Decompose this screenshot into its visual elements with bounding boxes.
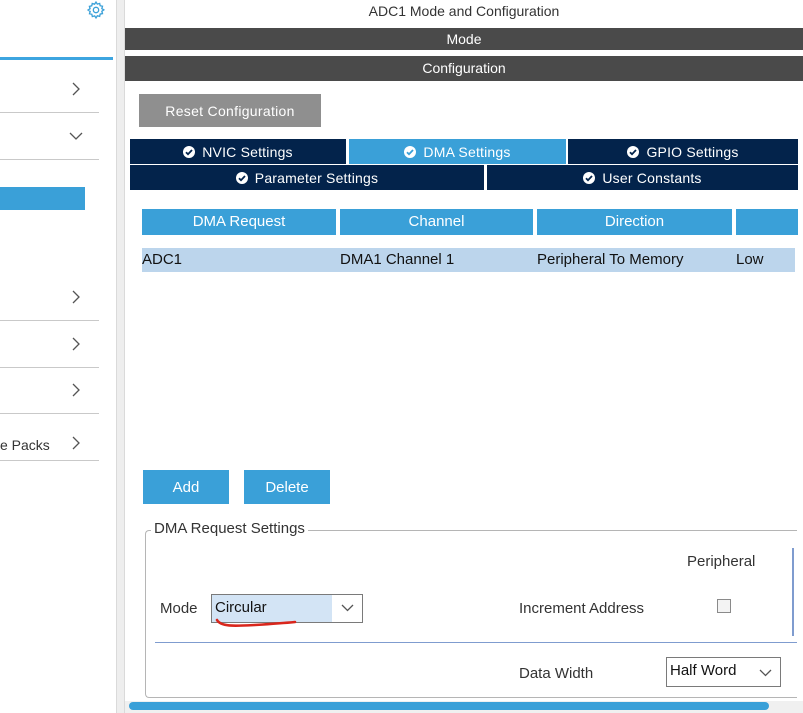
mode-section-header[interactable]: Mode <box>125 28 803 50</box>
tab-user-constants[interactable]: User Constants <box>487 165 798 190</box>
table-cell-priority: Low <box>736 251 764 268</box>
chevron-right-icon <box>72 383 80 397</box>
chevron-right-icon <box>72 290 80 304</box>
chevron-right-icon <box>72 82 80 96</box>
chevron-right-icon <box>72 436 80 450</box>
data-width-select-value: Half Word <box>670 662 737 679</box>
check-circle-icon <box>404 145 417 158</box>
sidebar-selected-item[interactable] <box>0 187 85 210</box>
delete-button[interactable]: Delete <box>244 470 330 504</box>
check-circle-icon <box>183 145 196 158</box>
sidebar-item-3[interactable] <box>0 274 99 321</box>
reset-configuration-button[interactable]: Reset Configuration <box>139 94 321 127</box>
tab-label: Parameter Settings <box>254 169 379 186</box>
sidebar-item-2[interactable] <box>0 113 99 160</box>
sidebar-item-4[interactable] <box>0 321 99 368</box>
check-circle-icon <box>627 145 640 158</box>
panel-splitter[interactable] <box>116 0 125 713</box>
red-annotation-underline <box>215 618 297 628</box>
data-width-label: Data Width <box>519 665 594 682</box>
column-header-priority[interactable] <box>736 209 798 235</box>
data-width-select[interactable]: Half Word <box>666 657 781 687</box>
configuration-section-header[interactable]: Configuration <box>125 56 803 81</box>
group-divider <box>155 642 797 643</box>
add-button[interactable]: Add <box>143 470 229 504</box>
check-circle-icon <box>235 171 248 184</box>
chevron-right-icon <box>72 337 80 351</box>
peripheral-header: Peripheral <box>687 553 756 570</box>
chevron-down-icon <box>759 669 772 677</box>
gear-icon[interactable] <box>85 0 107 20</box>
tab-nvic-settings[interactable]: NVIC Settings <box>130 139 346 164</box>
table-cell-channel: DMA1 Channel 1 <box>340 251 455 268</box>
column-header-channel[interactable]: Channel <box>340 209 533 235</box>
horizontal-scrollbar-thumb[interactable] <box>129 702 769 710</box>
panel-title: ADC1 Mode and Configuration <box>368 3 560 19</box>
chevron-down-icon <box>69 132 83 140</box>
table-row[interactable] <box>142 248 795 272</box>
sidebar-item-label: e Packs <box>0 437 50 453</box>
check-circle-icon <box>583 171 596 184</box>
sidebar: e Packs <box>0 0 116 713</box>
table-cell-direction: Peripheral To Memory <box>537 251 684 268</box>
increment-address-label: Increment Address <box>519 600 645 617</box>
sidebar-item-5[interactable] <box>0 367 99 414</box>
column-header-direction[interactable]: Direction <box>537 209 732 235</box>
peripheral-increment-checkbox[interactable] <box>717 599 731 613</box>
mode-label: Mode <box>160 600 198 617</box>
column-header-dma-request[interactable]: DMA Request <box>142 209 336 235</box>
tab-gpio-settings[interactable]: GPIO Settings <box>568 139 798 164</box>
tab-dma-settings[interactable]: DMA Settings <box>349 139 566 164</box>
tab-label: GPIO Settings <box>646 143 739 160</box>
sidebar-item-1[interactable] <box>0 66 99 113</box>
tab-label: User Constants <box>602 169 702 186</box>
group-divider-vertical <box>792 548 794 636</box>
group-title: DMA Request Settings <box>151 520 308 537</box>
main-panel: ADC1 Mode and Configuration Mode Configu… <box>125 0 803 713</box>
chevron-down-icon <box>341 604 354 612</box>
table-cell-dma-request: ADC1 <box>142 251 183 268</box>
sidebar-item-packs[interactable]: e Packs <box>0 414 99 461</box>
tab-label: NVIC Settings <box>202 143 293 160</box>
sidebar-active-line <box>0 57 113 60</box>
tab-label: DMA Settings <box>423 143 511 160</box>
tab-parameter-settings[interactable]: Parameter Settings <box>130 165 484 190</box>
